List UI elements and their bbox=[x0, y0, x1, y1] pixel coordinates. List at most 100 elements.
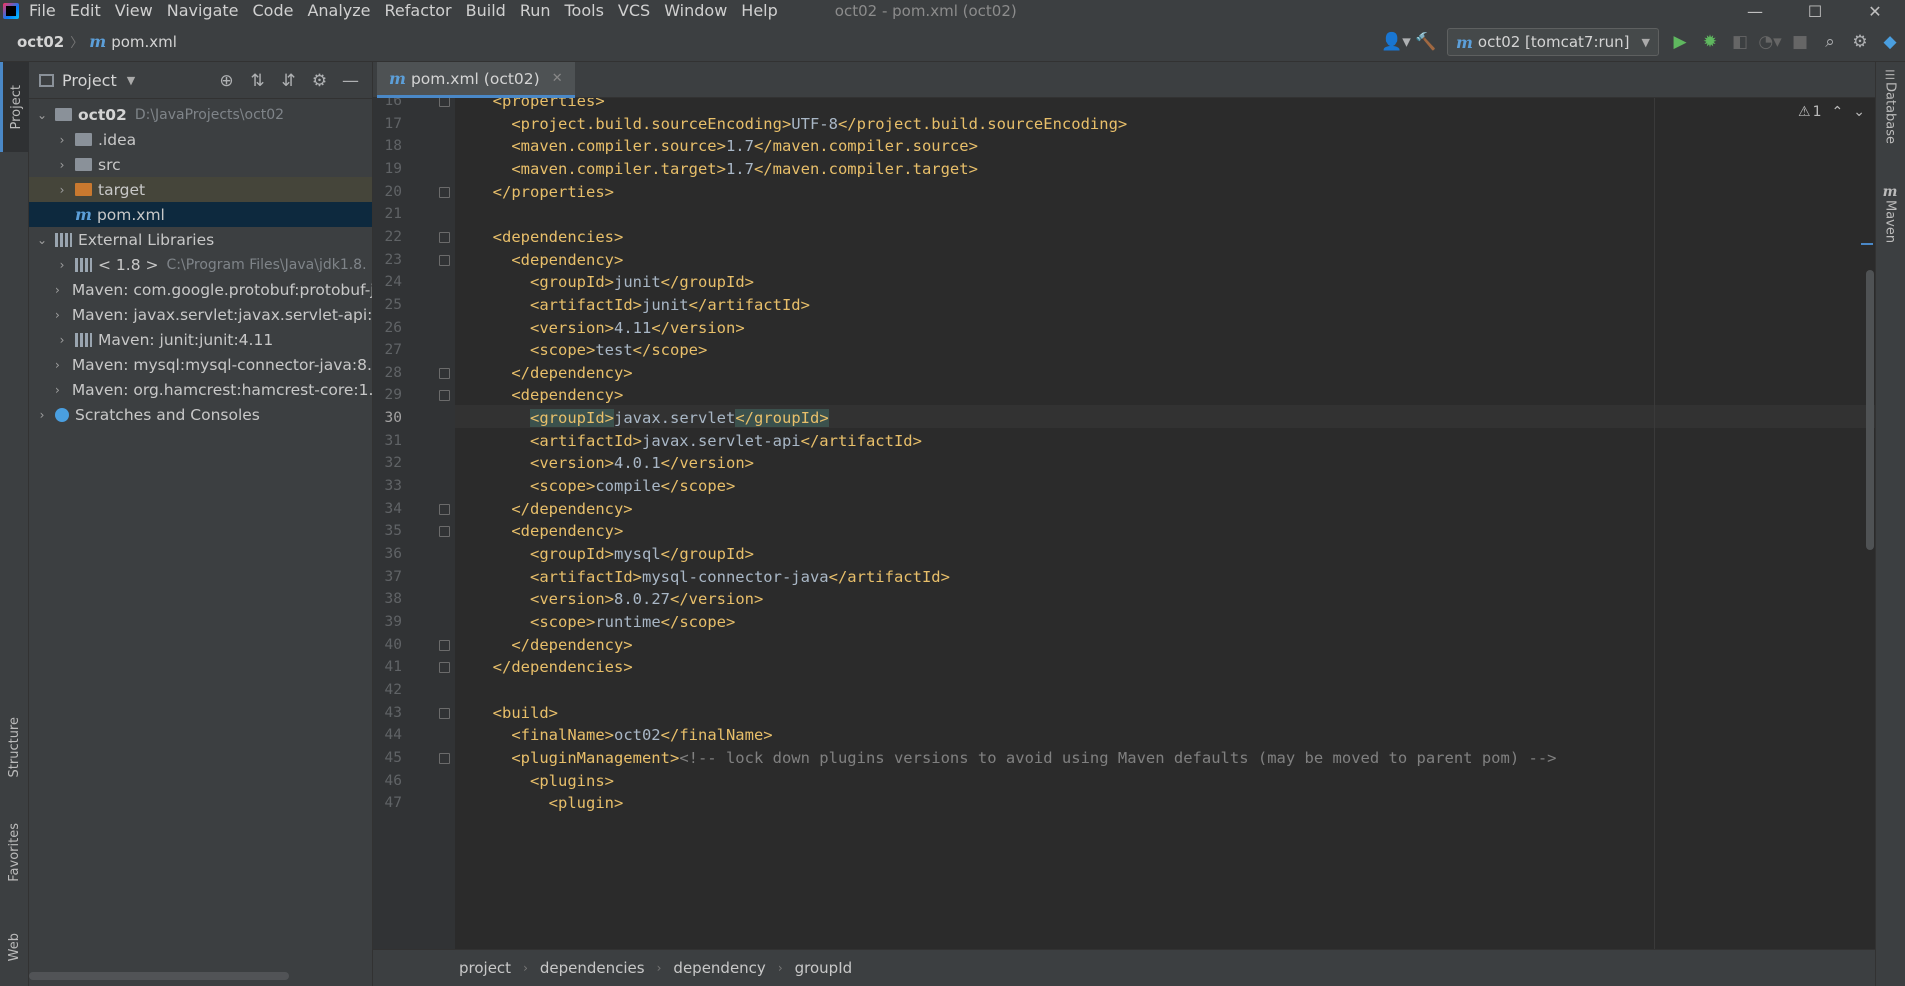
main-menu: File Edit View Navigate Code Analyze Refactor B… bbox=[22, 0, 785, 22]
chevron-right-icon[interactable]: › bbox=[55, 158, 69, 172]
search-icon[interactable]: ⌕ bbox=[1815, 27, 1845, 57]
menu-edit[interactable]: Edit bbox=[63, 0, 108, 22]
menu-view[interactable]: View bbox=[108, 0, 160, 22]
project-view-title[interactable]: Project bbox=[62, 71, 117, 90]
fold-toggle-icon[interactable] bbox=[439, 707, 450, 719]
tree-node-src[interactable]: › src bbox=[29, 152, 372, 177]
structure-tool-tab[interactable]: Structure bbox=[0, 702, 29, 792]
nav-file-crumb[interactable]: pom.xml bbox=[111, 33, 177, 51]
menu-build[interactable]: Build bbox=[459, 0, 513, 22]
menu-analyze[interactable]: Analyze bbox=[300, 0, 377, 22]
close-tab-icon[interactable]: ✕ bbox=[552, 71, 563, 86]
chevron-right-icon[interactable]: › bbox=[55, 258, 69, 272]
fold-toggle-icon[interactable] bbox=[439, 231, 450, 243]
menu-tools[interactable]: Tools bbox=[558, 0, 611, 22]
scrollbar-thumb[interactable] bbox=[1866, 270, 1874, 550]
tree-node-scratches[interactable]: › Scratches and Consoles bbox=[29, 402, 372, 427]
project-tool-window: Project ▼ ⊕ ⇅ ⇵ ⚙ — ⌄ oct02 D:\JavaProje… bbox=[29, 62, 373, 986]
tree-node-junit[interactable]: › Maven: junit:junit:4.11 bbox=[29, 327, 372, 352]
breadcrumb-groupid[interactable]: groupId bbox=[795, 959, 853, 977]
minimize-button[interactable]: — bbox=[1725, 0, 1785, 22]
fold-toggle-icon[interactable] bbox=[439, 526, 450, 538]
web-tool-tab[interactable]: Web bbox=[0, 912, 29, 982]
tab-pom-xml[interactable]: m pom.xml (oct02) ✕ bbox=[377, 62, 575, 98]
coverage-icon[interactable]: ◧ bbox=[1725, 27, 1755, 57]
collapse-all-icon[interactable]: ⇵ bbox=[273, 71, 304, 91]
fold-toggle-icon[interactable] bbox=[439, 186, 450, 198]
project-panel-header: Project ▼ ⊕ ⇅ ⇵ ⚙ — bbox=[29, 62, 372, 99]
menu-help[interactable]: Help bbox=[734, 0, 784, 22]
menu-navigate[interactable]: Navigate bbox=[160, 0, 246, 22]
menu-code[interactable]: Code bbox=[246, 0, 301, 22]
code-editor[interactable]: 16 17 18 19 20 21 22 23 24 25 26 27 28 29 30 31 32 33 34 35… bbox=[373, 98, 1875, 949]
menu-vcs[interactable]: VCS bbox=[611, 0, 657, 22]
tree-node-mysql-connector[interactable]: › Maven: mysql:mysql-connector-java:8.0.… bbox=[29, 352, 372, 377]
toolbox-icon[interactable]: ◆ bbox=[1875, 27, 1905, 57]
project-panel-tools: ⊕ ⇅ ⇵ ⚙ — bbox=[211, 62, 366, 99]
database-icon: ☰ bbox=[1884, 68, 1896, 82]
fold-toggle-icon[interactable] bbox=[439, 503, 450, 515]
hide-panel-icon[interactable]: — bbox=[335, 71, 366, 91]
run-icon[interactable]: ▶ bbox=[1665, 27, 1695, 57]
locate-target-icon[interactable]: ⊕ bbox=[211, 71, 242, 91]
menu-file[interactable]: File bbox=[22, 0, 63, 22]
build-hammer-icon[interactable]: 🔨 bbox=[1411, 27, 1441, 57]
maven-tool-tab[interactable]: m Maven bbox=[1875, 184, 1905, 243]
debug-bug-icon[interactable]: ✹ bbox=[1695, 27, 1725, 57]
chevron-right-icon[interactable]: › bbox=[55, 133, 69, 147]
maximize-button[interactable]: ☐ bbox=[1785, 0, 1845, 22]
line-number[interactable]: 47 bbox=[373, 790, 402, 817]
editor-vertical-scrollbar[interactable] bbox=[1863, 98, 1875, 949]
nav-project-crumb[interactable]: oct02 bbox=[17, 33, 64, 51]
tree-node-protobuf[interactable]: › Maven: com.google.protobuf:protobuf-ja… bbox=[29, 277, 372, 302]
close-window-button[interactable]: ✕ bbox=[1845, 0, 1905, 22]
menu-run[interactable]: Run bbox=[513, 0, 558, 22]
fold-toggle-icon[interactable] bbox=[439, 662, 450, 674]
chevron-right-icon: › bbox=[523, 961, 528, 975]
chevron-down-icon[interactable]: ⌄ bbox=[35, 108, 49, 122]
fold-toggle-icon[interactable] bbox=[439, 254, 450, 266]
chevron-down-icon[interactable]: ⌄ bbox=[35, 233, 49, 247]
chevron-right-icon[interactable]: › bbox=[35, 408, 49, 422]
breadcrumb-project[interactable]: project bbox=[459, 959, 511, 977]
tree-node-jdk[interactable]: › < 1.8 > C:\Program Files\Java\jdk1.8. bbox=[29, 252, 372, 277]
caret-down-icon[interactable]: ▼ bbox=[127, 74, 135, 87]
chevron-right-icon[interactable]: › bbox=[55, 383, 60, 397]
maven-file-icon: m bbox=[89, 32, 107, 51]
previous-highlight-icon[interactable]: ⌃ bbox=[1832, 104, 1844, 120]
chevron-right-icon[interactable]: › bbox=[55, 333, 69, 347]
tree-node-pom-xml[interactable]: m pom.xml bbox=[29, 202, 372, 227]
run-configuration-select[interactable]: m oct02 [tomcat7:run] ▼ bbox=[1446, 28, 1659, 56]
favorites-tool-tab[interactable]: Favorites bbox=[0, 807, 29, 897]
breadcrumb-dependencies[interactable]: dependencies bbox=[540, 959, 645, 977]
fold-toggle-icon[interactable] bbox=[439, 390, 450, 402]
expand-all-icon[interactable]: ⇅ bbox=[242, 71, 273, 91]
chevron-right-icon[interactable]: › bbox=[55, 283, 60, 297]
tree-node-idea[interactable]: › .idea bbox=[29, 127, 372, 152]
menu-window[interactable]: Window bbox=[657, 0, 734, 22]
chevron-right-icon[interactable]: › bbox=[55, 308, 60, 322]
profile-icon[interactable]: ◔▾ bbox=[1755, 27, 1785, 57]
tree-node-target[interactable]: › target bbox=[29, 177, 372, 202]
tree-node-hamcrest[interactable]: › Maven: org.hamcrest:hamcrest-core:1.3 bbox=[29, 377, 372, 402]
chevron-right-icon[interactable]: › bbox=[55, 183, 69, 197]
tree-node-external-libraries[interactable]: ⌄ External Libraries bbox=[29, 227, 372, 252]
panel-settings-gear-icon[interactable]: ⚙ bbox=[304, 71, 335, 91]
menu-refactor[interactable]: Refactor bbox=[378, 0, 459, 22]
stop-icon[interactable]: ■ bbox=[1785, 27, 1815, 57]
project-panel-horizontal-scrollbar[interactable] bbox=[29, 972, 289, 980]
chevron-right-icon[interactable]: › bbox=[55, 358, 60, 372]
inspection-widget[interactable]: ⚠ 1 ⌃ ⌄ bbox=[1798, 104, 1865, 120]
fold-toggle-icon[interactable] bbox=[439, 752, 450, 764]
breadcrumb-dependency[interactable]: dependency bbox=[673, 959, 765, 977]
user-account-icon[interactable]: 👤▾ bbox=[1381, 27, 1411, 57]
project-tool-tab[interactable]: Project bbox=[0, 62, 29, 152]
tree-node-oct02[interactable]: ⌄ oct02 D:\JavaProjects\oct02 bbox=[29, 102, 372, 127]
chevron-right-icon: › bbox=[656, 961, 662, 975]
fold-toggle-icon[interactable] bbox=[439, 639, 450, 651]
fold-toggle-icon[interactable] bbox=[439, 98, 450, 107]
tree-node-servlet-api[interactable]: › Maven: javax.servlet:javax.servlet-api… bbox=[29, 302, 372, 327]
fold-toggle-icon[interactable] bbox=[439, 367, 450, 379]
settings-gear-icon[interactable]: ⚙ bbox=[1845, 27, 1875, 57]
database-tool-tab[interactable]: ☰ Database bbox=[1875, 68, 1905, 144]
